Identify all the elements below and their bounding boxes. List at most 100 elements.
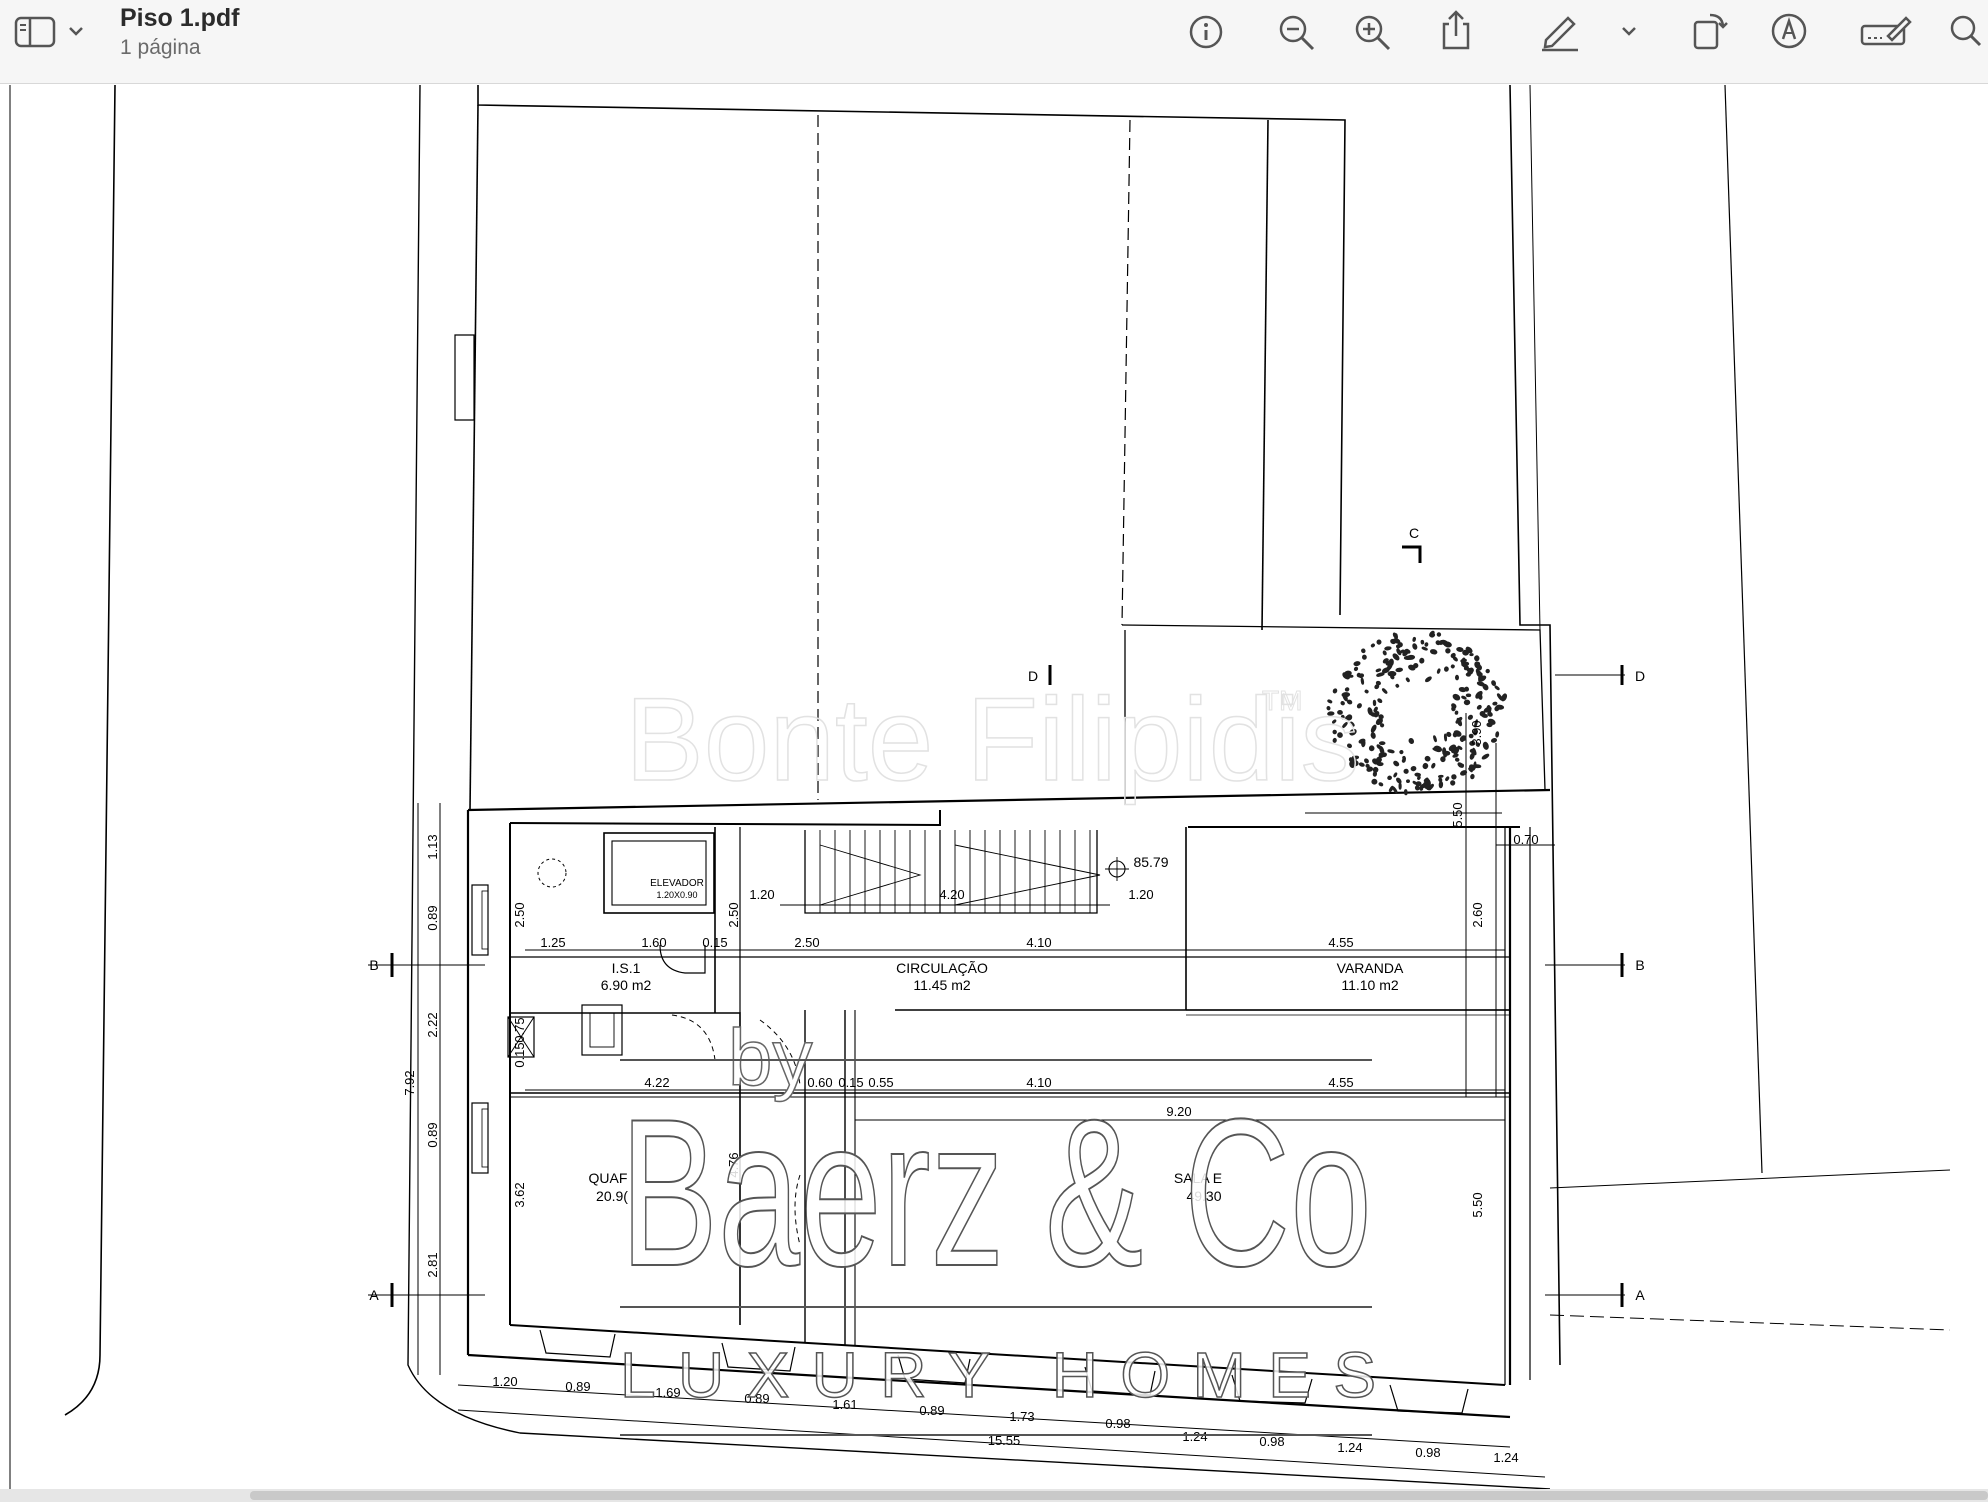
tree-leaf: [1401, 758, 1406, 763]
dim-label: 0.15: [702, 935, 727, 950]
tree-leaf: [1353, 666, 1359, 672]
horizontal-scrollbar[interactable]: [0, 1489, 1988, 1502]
tree-leaf: [1424, 642, 1429, 647]
chevron-down-icon: [1622, 27, 1636, 36]
tree-leaf: [1429, 649, 1438, 655]
tree-leaf: [1438, 774, 1444, 778]
dim-label: 0.89: [425, 1122, 440, 1147]
tree-leaf: [1422, 762, 1429, 770]
tree-leaf: [1452, 693, 1461, 701]
room-area-circulacao: 11.45 m2: [913, 977, 971, 993]
tree-leaf: [1381, 688, 1388, 694]
tree-leaf: [1445, 776, 1450, 782]
search-button[interactable]: [1946, 10, 1988, 52]
scrollbar-thumb[interactable]: [250, 1491, 1988, 1500]
watermark-brand: Baerz & Co: [620, 1075, 1372, 1310]
dim-label: 1.20: [492, 1374, 517, 1389]
tree-leaf: [1410, 765, 1417, 772]
tree-leaf: [1364, 689, 1369, 694]
dim-label: 3.62: [512, 1182, 527, 1207]
tree-leaf: [1419, 786, 1424, 791]
tree-leaf: [1370, 732, 1376, 739]
tree-leaf: [1388, 658, 1394, 667]
form-fill-button[interactable]: [1858, 10, 1914, 52]
tree-leaf: [1376, 672, 1385, 677]
dim-label: 4.55: [1328, 935, 1353, 950]
annotate-button[interactable]: [1768, 10, 1810, 52]
tree-leaf: [1403, 655, 1413, 661]
tree-leaf: [1399, 749, 1404, 755]
tree-leaf: [1403, 789, 1408, 796]
info-icon: [1189, 15, 1223, 49]
tree-leaf: [1450, 664, 1455, 669]
rotate-button[interactable]: [1688, 8, 1732, 52]
pencil-icon: [1542, 16, 1578, 52]
tree-leaf: [1370, 643, 1375, 648]
dim-label: 1.69: [655, 1385, 680, 1400]
form-fill-icon: [1860, 16, 1912, 46]
tree-leaf: [1465, 693, 1472, 698]
info-button[interactable]: [1186, 12, 1226, 52]
dim-label: 1.24: [1493, 1450, 1518, 1465]
room-name-elevador: ELEVADOR: [650, 878, 704, 889]
watermark-top-mark: TM: [1262, 685, 1302, 716]
section-mark-a-left: A: [369, 1287, 379, 1303]
dim-label: 1.20: [1128, 887, 1153, 902]
dim-label: 1.25: [540, 935, 565, 950]
dim-label: 0.89: [425, 905, 440, 930]
tree-leaf: [1387, 671, 1397, 677]
tree-leaf: [1353, 661, 1361, 667]
dim-label: 7.92: [402, 1070, 417, 1095]
tree-leaf: [1436, 668, 1441, 674]
tree-leaf: [1454, 710, 1459, 715]
tree-leaf: [1378, 714, 1384, 720]
tree-leaf: [1454, 674, 1460, 681]
room-name-circulacao: CIRCULAÇÃO: [896, 960, 988, 976]
dim-label: 3.90: [1469, 720, 1484, 745]
tree-leaf: [1494, 685, 1500, 691]
document-page[interactable]: ELEVADOR 1.20X0.90 I.S.1 6.90 m2 CIRCULA…: [0, 85, 1988, 1489]
dim-label: 5.50: [1450, 802, 1465, 827]
tree-leaf: [1454, 757, 1460, 762]
tree-leaf: [1370, 724, 1377, 733]
tree-leaf: [1476, 704, 1482, 710]
tree-leaf: [1419, 657, 1425, 664]
watermark-tagline: LUXURY HOMES: [620, 1339, 1376, 1411]
dim-label: 2.81: [425, 1252, 440, 1277]
tree-leaf: [1465, 672, 1471, 677]
tree-leaf: [1395, 683, 1400, 688]
dim-label: 5.50: [1470, 1192, 1485, 1217]
tree-leaf: [1378, 741, 1386, 746]
sidebar-toggle-button[interactable]: [12, 14, 92, 50]
dim-label: 1.73: [1009, 1409, 1034, 1424]
tree-leaf: [1458, 763, 1465, 768]
tree-leaf: [1490, 738, 1498, 743]
room-area-is1: 6.90 m2: [601, 977, 652, 993]
tree-leaf: [1371, 778, 1378, 785]
toolbar: Piso 1.pdf 1 página: [0, 0, 1988, 84]
markup-menu-button[interactable]: [1618, 20, 1640, 42]
zoom-out-button[interactable]: [1276, 12, 1318, 54]
tree-leaf: [1495, 704, 1505, 710]
watermark-top: Bonte Filipidis: [625, 674, 1360, 806]
tree-leaf: [1365, 763, 1370, 768]
dim-label: 4.10: [1026, 935, 1051, 950]
tree-leaf: [1467, 714, 1473, 720]
tree-leaf: [1433, 735, 1437, 743]
dim-label: 0.89: [565, 1379, 590, 1394]
tree-leaf: [1415, 781, 1422, 787]
dim-label: 2.50: [512, 902, 527, 927]
watermark: Bonte Filipidis TM by Baerz & Co LUXURY …: [619, 673, 1377, 1436]
share-button[interactable]: [1436, 8, 1476, 52]
tree-leaf: [1364, 758, 1369, 764]
tree-leaf: [1372, 699, 1377, 707]
tree-leaf: [1376, 639, 1382, 645]
tree-leaf: [1485, 668, 1490, 674]
tree-leaf: [1436, 632, 1442, 637]
tree-leaf: [1412, 643, 1418, 650]
tree-leaf: [1445, 648, 1451, 654]
tree-leaf: [1398, 782, 1402, 790]
markup-button[interactable]: [1536, 10, 1582, 52]
zoom-in-button[interactable]: [1352, 12, 1394, 54]
tree-leaf: [1486, 722, 1493, 728]
